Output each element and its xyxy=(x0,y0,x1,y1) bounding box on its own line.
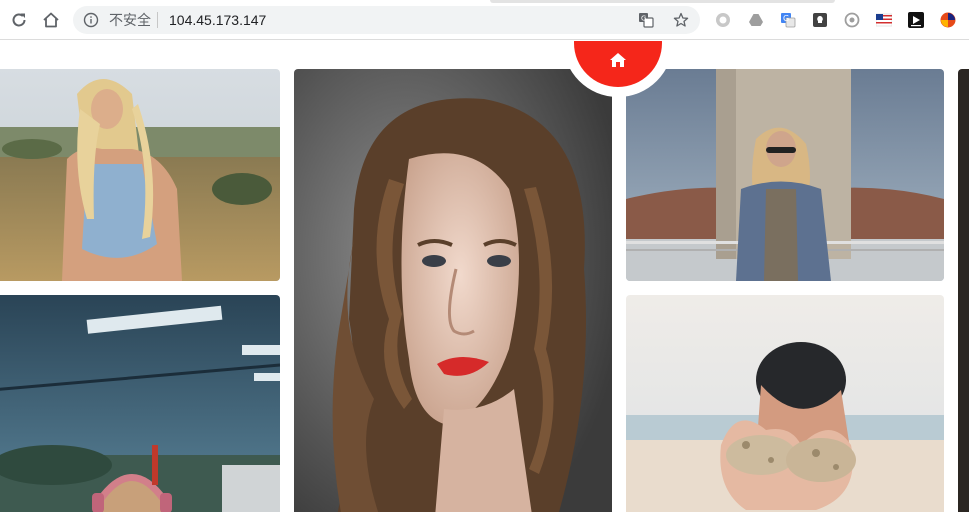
home-icon xyxy=(610,53,626,67)
record-extension-icon[interactable] xyxy=(844,12,860,28)
photo-sunglasses-pillar xyxy=(626,69,944,281)
photo-blonde-field xyxy=(0,69,280,281)
reload-icon xyxy=(12,13,26,27)
tab-strip-edge xyxy=(490,0,835,3)
media-extension-icon[interactable] xyxy=(908,12,924,28)
circle-extension-icon[interactable] xyxy=(715,12,731,28)
security-label[interactable]: 不安全 xyxy=(109,12,151,28)
translate-icon[interactable]: G xyxy=(638,12,654,28)
url-text[interactable]: 104.45.173.147 xyxy=(169,12,266,28)
page-content xyxy=(0,41,969,512)
photo-headphones-ceiling xyxy=(0,295,280,512)
flag-extension-icon[interactable] xyxy=(876,12,892,28)
s-extension-icon[interactable] xyxy=(940,12,956,28)
photo-sand-hands xyxy=(626,295,944,512)
reload-button[interactable] xyxy=(8,9,30,31)
photo-card-red-lips-portrait[interactable] xyxy=(294,69,612,512)
browser-toolbar: 不安全 104.45.173.147 G G xyxy=(0,0,969,40)
photo-card-sand-hands[interactable] xyxy=(626,295,944,512)
photo-red-lips-portrait xyxy=(294,69,612,512)
address-separator xyxy=(157,12,158,28)
photo-card-sunglasses-pillar[interactable] xyxy=(626,69,944,281)
svg-text:G: G xyxy=(783,14,789,23)
info-icon[interactable] xyxy=(83,12,99,28)
star-icon[interactable] xyxy=(673,12,689,28)
photo-card-blonde-field[interactable] xyxy=(0,69,280,281)
translate-extension-icon[interactable]: G xyxy=(780,12,796,28)
keep-extension-icon[interactable] xyxy=(812,12,828,28)
photo-card-offscreen[interactable] xyxy=(958,69,969,512)
photo-card-headphones-ceiling[interactable] xyxy=(0,295,280,512)
address-bar[interactable]: 不安全 104.45.173.147 G xyxy=(73,6,700,34)
svg-text:G: G xyxy=(641,15,646,23)
home-nav-button[interactable] xyxy=(40,9,62,31)
drive-extension-icon[interactable] xyxy=(748,12,764,28)
home-fab-container xyxy=(563,41,673,99)
home-icon xyxy=(43,12,59,28)
